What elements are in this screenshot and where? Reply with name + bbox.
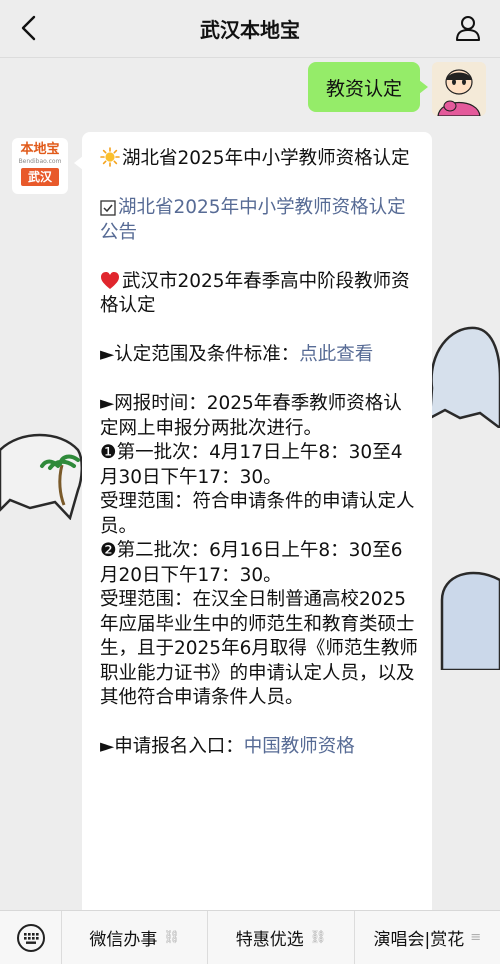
person-icon <box>456 16 480 41</box>
batch-2-scope-text: 受理范围：在汉全日制普通高校2025年应届毕业生中的师范生和教育类硕士生，且于2… <box>100 589 418 708</box>
profile-button[interactable] <box>452 12 484 44</box>
message-paragraph-3: 武汉市2025年春季高中阶段教师资格认定 <box>100 270 420 319</box>
logo-city-badge: 武汉 <box>21 168 59 186</box>
entry-label: ►申请报名入口： <box>100 736 244 757</box>
keyboard-toggle-button[interactable] <box>0 911 62 964</box>
wuhan-heading: 武汉市2025年春季高中阶段教师资格认定 <box>100 270 410 317</box>
menu-lines-icon: ≡ <box>470 930 482 945</box>
cartoon-avatar-icon <box>432 62 486 116</box>
batch-2-text: ❷第二批次：6月16日上午8：30至6月20日下午17：30。 <box>100 540 403 586</box>
link-icon: ⛓ <box>309 930 327 945</box>
keyboard-icon <box>16 923 45 952</box>
message-paragraph-2: 湖北省2025年中小学教师资格认定公告 <box>100 196 420 245</box>
scope-link[interactable]: 点此查看 <box>299 344 373 365</box>
ghost-doodle-right-lower <box>440 571 500 670</box>
menu-item-wechat-services[interactable]: 微信办事 ⛓ <box>62 911 209 964</box>
bot-message-bubble: 湖北省2025年中小学教师资格认定 湖北省2025年中小学教师资格认定公告 武汉… <box>82 132 432 912</box>
ghost-doodle-right <box>428 326 500 428</box>
ghost-doodle-left <box>0 433 83 520</box>
scope-label: ►认定范围及条件标准： <box>100 344 300 365</box>
user-message-bubble: 教资认定 <box>307 62 429 112</box>
batch-1-text: ❶第一批次：4月17日上午8：30至4月30日下午17：30。 <box>100 442 403 488</box>
user-avatar[interactable] <box>432 62 486 116</box>
entry-link[interactable]: 中国教师资格 <box>244 736 355 757</box>
logo-domain-text: Bendibao.com <box>18 158 62 165</box>
registration-time-text: ►网报时间：2025年春季教师资格认定网上申报分两批次进行。 <box>100 393 402 439</box>
menu-item-concerts[interactable]: 演唱会|赏花 ≡ <box>355 911 500 964</box>
message-paragraph-4: ►认定范围及条件标准：点此查看 <box>100 343 420 368</box>
menu-item-label: 演唱会|赏花 <box>373 930 465 950</box>
menu-item-deals[interactable]: 特惠优选 ⛓ <box>208 911 355 964</box>
batch-1-scope-text: 受理范围：符合申请条件的申请认定人员。 <box>100 491 415 537</box>
sun-icon <box>100 147 120 167</box>
heart-icon <box>101 271 119 289</box>
chat-header: 武汉本地宝 <box>0 0 500 58</box>
chat-title: 武汉本地宝 <box>200 18 300 42</box>
chevron-left-icon <box>21 15 36 41</box>
announcement-link[interactable]: 湖北省2025年中小学教师资格认定公告 <box>100 197 406 243</box>
menu-item-label: 微信办事 <box>89 930 158 950</box>
bot-avatar[interactable]: 本地宝 Bendibao.com 武汉 <box>12 138 68 194</box>
checkbox-icon <box>100 200 116 216</box>
bottom-menu-bar: 微信办事 ⛓ 特惠优选 ⛓ 演唱会|赏花 ≡ <box>0 910 500 964</box>
message-paragraph-5: ►网报时间：2025年春季教师资格认定网上申报分两批次进行。 ❶第一批次：4月17… <box>100 392 420 711</box>
back-button[interactable] <box>14 12 44 44</box>
link-icon: ⛓ <box>163 930 180 945</box>
message-paragraph-6: ►申请报名入口：中国教师资格 <box>100 735 420 760</box>
menu-item-label: 特惠优选 <box>235 930 304 950</box>
message-title: 湖北省2025年中小学教师资格认定 <box>122 148 410 169</box>
message-paragraph-1: 湖北省2025年中小学教师资格认定 <box>100 147 420 172</box>
logo-brand-text: 本地宝 <box>20 142 60 157</box>
